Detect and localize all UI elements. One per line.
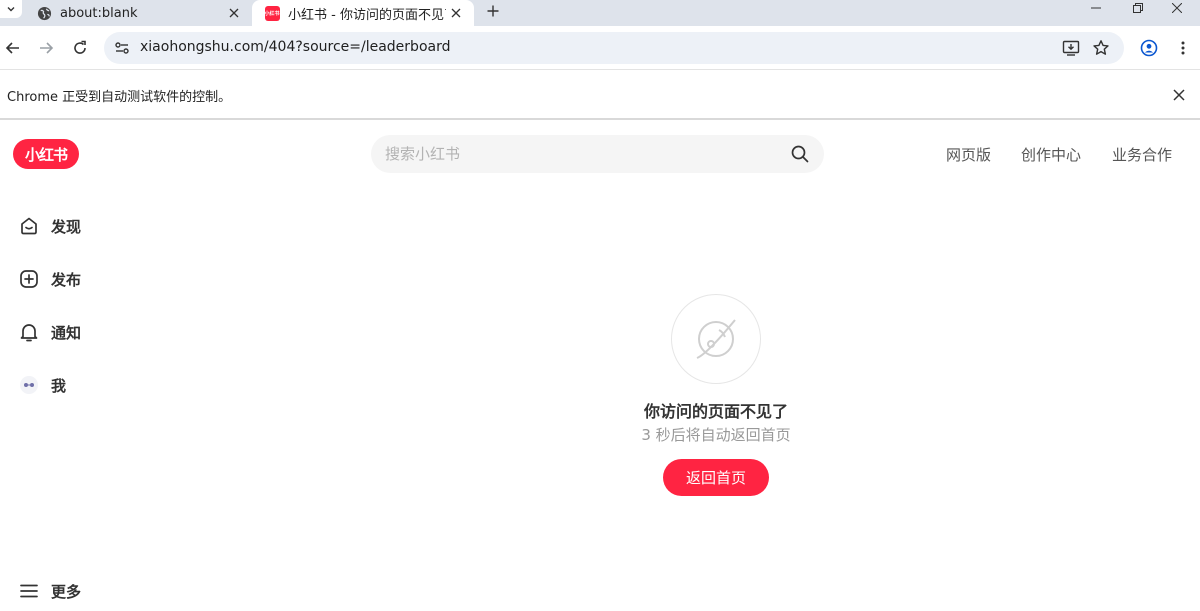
back-button[interactable] bbox=[1, 36, 25, 60]
bell-icon bbox=[18, 321, 40, 343]
close-icon[interactable] bbox=[446, 3, 466, 23]
automation-infobar: Chrome 正受到自动测试软件的控制。 bbox=[0, 70, 1200, 120]
address-bar[interactable]: xiaohongshu.com/404?source=/leaderboard bbox=[104, 32, 1124, 64]
new-tab-button[interactable] bbox=[482, 0, 504, 22]
search-icon[interactable] bbox=[790, 144, 810, 164]
restore-icon bbox=[1133, 3, 1143, 13]
xiaohongshu-favicon-icon: 小红书 bbox=[264, 5, 280, 21]
sidebar-item-me[interactable]: 我 bbox=[18, 372, 66, 398]
sidebar-item-publish[interactable]: 发布 bbox=[18, 266, 81, 292]
nav-business[interactable]: 业务合作 bbox=[1112, 144, 1172, 165]
tab-xiaohongshu[interactable]: 小红书 小红书 - 你访问的页面不见了 bbox=[252, 0, 474, 26]
back-to-home-button[interactable]: 返回首页 bbox=[663, 459, 769, 496]
search-input[interactable] bbox=[385, 135, 785, 173]
error-title: 你访问的页面不见了 bbox=[643, 402, 788, 421]
sidebar-more[interactable]: 更多 bbox=[18, 578, 81, 604]
bookmark-star-icon[interactable] bbox=[1089, 36, 1113, 60]
close-icon bbox=[1172, 3, 1182, 13]
search-bar[interactable] bbox=[371, 135, 824, 173]
sidebar-item-label: 更多 bbox=[51, 582, 82, 601]
sidebar-item-label: 我 bbox=[51, 376, 67, 395]
nav-web-version[interactable]: 网页版 bbox=[946, 144, 991, 165]
xiaohongshu-logo[interactable]: 小红书 bbox=[13, 139, 79, 169]
browser-menu-button[interactable] bbox=[1171, 36, 1195, 60]
home-icon bbox=[18, 215, 40, 237]
chevron-down-icon bbox=[7, 7, 15, 12]
favicon-logo: 小红书 bbox=[264, 5, 280, 21]
minimize-icon bbox=[1091, 7, 1101, 9]
close-window-button[interactable] bbox=[1154, 0, 1200, 16]
sidebar-item-discover[interactable]: 发现 bbox=[18, 213, 81, 239]
browser-tabstrip: about:blank 小红书 小红书 - 你访问的页面不见了 bbox=[0, 0, 1200, 26]
profile-icon bbox=[1140, 39, 1158, 57]
close-icon bbox=[1173, 89, 1185, 101]
sidebar-item-notifications[interactable]: 通知 bbox=[18, 319, 81, 345]
arrow-left-icon bbox=[5, 42, 19, 54]
install-app-icon[interactable] bbox=[1059, 36, 1083, 60]
site-info-icon[interactable] bbox=[110, 36, 134, 60]
profile-button[interactable] bbox=[1137, 36, 1161, 60]
planet-icon bbox=[671, 294, 761, 384]
reload-icon bbox=[74, 40, 86, 54]
sidebar-item-label: 发现 bbox=[51, 217, 82, 236]
more-vertical-icon bbox=[1181, 41, 1185, 55]
minimize-button[interactable] bbox=[1073, 0, 1119, 16]
sidebar-item-label: 发布 bbox=[51, 270, 82, 289]
plus-square-icon bbox=[18, 268, 40, 290]
globe-icon bbox=[36, 5, 52, 21]
url-text[interactable]: xiaohongshu.com/404?source=/leaderboard bbox=[140, 39, 450, 55]
forward-button[interactable] bbox=[34, 36, 58, 60]
tab-title: 小红书 - 你访问的页面不见了 bbox=[288, 7, 446, 23]
plus-icon bbox=[487, 5, 499, 17]
reload-button[interactable] bbox=[68, 36, 92, 60]
tab-search-button[interactable] bbox=[0, 0, 22, 18]
menu-icon bbox=[18, 580, 40, 602]
infobar-close-button[interactable] bbox=[1168, 84, 1190, 106]
arrow-right-icon bbox=[40, 42, 54, 54]
error-subtitle: 3 秒后将自动返回首页 bbox=[641, 426, 791, 444]
sidebar-item-label: 通知 bbox=[51, 323, 82, 342]
avatar-icon bbox=[18, 374, 40, 396]
tab-title: about:blank bbox=[60, 5, 138, 21]
tab-about-blank[interactable]: about:blank bbox=[24, 0, 252, 26]
nav-creator-center[interactable]: 创作中心 bbox=[1021, 144, 1081, 165]
browser-toolbar: xiaohongshu.com/404?source=/leaderboard bbox=[0, 26, 1200, 70]
infobar-message: Chrome 正受到自动测试软件的控制。 bbox=[7, 90, 232, 105]
close-icon[interactable] bbox=[224, 3, 244, 23]
